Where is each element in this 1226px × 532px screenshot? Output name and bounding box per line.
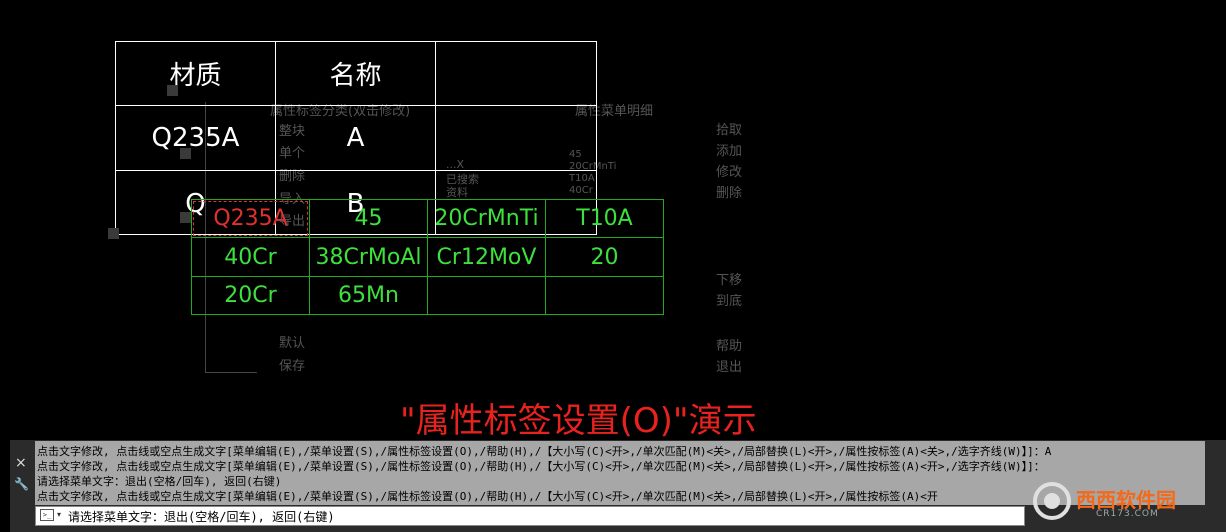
watermark: 西西软件园 CR173.COM xyxy=(1032,480,1200,522)
history-line: 点击文字修改, 点击线或空点生成文字[菜单编辑(E),/菜单设置(S),/属性标… xyxy=(37,460,1045,473)
history-line: 点击文字修改, 点击线或空点生成文字[菜单编辑(E),/菜单设置(S),/属性标… xyxy=(37,490,938,503)
grip-handle[interactable] xyxy=(180,148,191,159)
history-line: 点击文字修改, 点击线或空点生成文字[菜单编辑(E),/菜单设置(S),/属性标… xyxy=(37,445,1052,458)
drawing-header-name[interactable]: 名称 xyxy=(275,41,436,106)
label-cell[interactable]: 40Cr xyxy=(191,237,310,277)
watermark-url: CR173.COM xyxy=(1096,509,1159,519)
drawing-header-empty[interactable] xyxy=(435,41,597,106)
ghost-action: 退出 xyxy=(716,360,743,375)
ghost-action: 到底 xyxy=(716,294,743,309)
ghost-item: 默认 xyxy=(279,336,306,351)
drawing-header-material[interactable]: 材质 xyxy=(115,41,276,106)
label-cell[interactable]: Cr12MoV xyxy=(427,237,546,277)
command-prompt-text: 请选择菜单文字：退出(空格/回车), 返回(右键) xyxy=(68,510,335,524)
wrench-icon[interactable]: 🔧 xyxy=(14,477,29,491)
ghost-action: 拾取 xyxy=(716,123,743,138)
ghost-item: 保存 xyxy=(279,359,306,374)
attribute-label-table: Q235A 45 20CrMnTi T10A 40Cr 38CrMoAl Cr1… xyxy=(191,199,664,315)
drawing-cell-material[interactable]: Q235A xyxy=(115,105,276,171)
close-icon[interactable]: × xyxy=(15,455,27,471)
label-cell-selected[interactable]: Q235A xyxy=(191,199,310,238)
ghost-divider xyxy=(205,372,257,373)
label-cell[interactable]: 20CrMnTi xyxy=(427,199,546,238)
grip-handle[interactable] xyxy=(167,85,178,96)
grip-handle[interactable] xyxy=(180,212,191,223)
ghost-action: 下移 xyxy=(716,273,743,288)
label-cell[interactable] xyxy=(545,276,664,315)
label-cell[interactable]: 20 xyxy=(545,237,664,277)
grip-handle[interactable] xyxy=(108,228,119,239)
label-cell[interactable]: 38CrMoAl xyxy=(309,237,428,277)
ghost-action: 添加 xyxy=(716,144,743,159)
command-prompt-icon[interactable]: >_ xyxy=(40,509,54,521)
drawing-cell-name[interactable]: A xyxy=(275,105,436,171)
label-cell[interactable]: T10A xyxy=(545,199,664,238)
label-cell[interactable]: 20Cr xyxy=(191,276,310,315)
ghost-action: 帮助 xyxy=(716,339,743,354)
drawing-cell-empty[interactable] xyxy=(435,105,597,171)
ghost-action: 删除 xyxy=(716,186,743,201)
label-cell[interactable] xyxy=(427,276,546,315)
demo-caption: "属性标签设置(O)"演示 xyxy=(400,401,757,441)
label-cell[interactable]: 45 xyxy=(309,199,428,238)
history-line: 请选择菜单文字：退出(空格/回车), 返回(右键) xyxy=(37,475,282,488)
ghost-action: 修改 xyxy=(716,165,743,180)
chevron-down-icon[interactable]: ▾ xyxy=(57,510,61,519)
label-cell[interactable]: 65Mn xyxy=(309,276,428,315)
